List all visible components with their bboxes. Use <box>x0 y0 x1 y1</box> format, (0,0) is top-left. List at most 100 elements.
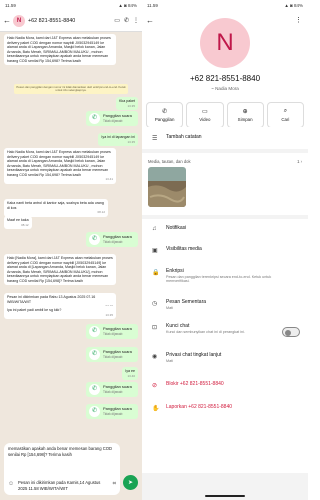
add-person-icon: ⊕ <box>242 109 248 115</box>
emoji-icon[interactable]: ☺ <box>8 481 14 488</box>
chevron-right-icon[interactable]: › <box>301 159 302 164</box>
message-bubble[interactable]: Kka paket 13.35 <box>116 97 138 110</box>
missed-call-bubble[interactable]: ✆ Panggilan suara Tidak dijawab <box>86 382 138 397</box>
contact-avatar[interactable]: N <box>200 18 250 68</box>
privacy-status: Mati <box>166 359 173 363</box>
more-options-icon[interactable]: ⋮ <box>133 17 139 24</box>
media-card[interactable]: Media, tautan, dan dok 1 › <box>142 153 308 215</box>
search-icon: ⌕ <box>283 108 288 114</box>
privacy-shield-icon: ◉ <box>152 354 158 360</box>
block-row[interactable]: ⊘ Blokir +62 821-8551-8840 <box>142 381 308 389</box>
lock-icon: 🔒 <box>152 270 160 276</box>
chat-lock-toggle[interactable] <box>282 327 300 337</box>
missed-call-bubble[interactable]: ✆ Panggilan suara Tidak dijawab <box>86 324 138 339</box>
send-button[interactable]: ➤ <box>123 475 138 490</box>
back-arrow-icon[interactable]: ← <box>146 16 154 25</box>
message-text: Pesan ini dikirimkan pada Rabu 13 Agustu… <box>7 295 96 304</box>
message-bubble[interactable]: Halo [Nadia Mora], kami dari J&T Express… <box>4 254 116 285</box>
message-text: Maaf ee kaka <box>7 218 29 222</box>
message-bubble[interactable]: Iya ini paket yadi ambil ke sg kkk? 13.3… <box>4 306 116 319</box>
chat-header: ← N +62 821-8551-8840 ▭ ✆ ⋮ <box>0 10 142 32</box>
timer-icon: ◷ <box>152 301 158 307</box>
call-label: Panggilan suara <box>103 234 132 239</box>
composer-text-line: Pesan ini dikirimkan pada Kamis,14 Agust… <box>18 480 101 491</box>
message-text: Iya ini di lapangan ini <box>101 135 135 139</box>
image-icon: ▣ <box>152 248 158 254</box>
status-icons: ▲ ◙ 84% <box>284 2 303 8</box>
message-time: 13.35 <box>127 103 135 108</box>
encryption-notice[interactable]: Pesan dan panggilan dengan nomor ini tid… <box>14 84 128 94</box>
more-options-icon[interactable]: ⋮ <box>295 16 302 24</box>
report-label: Laporkan +62 821-8551-8840 <box>166 404 233 410</box>
message-bubble[interactable]: Maaf ee kaka 08.12 <box>4 216 32 229</box>
encryption-row[interactable]: 🔒 Enkripsi Pesan dan panggilan terenkrip… <box>142 268 308 284</box>
call-status: Tidak dijawab <box>103 239 123 244</box>
add-note-card[interactable]: ☰ Tambah catatan <box>142 127 308 149</box>
media-visibility-row[interactable]: ▣ Visibilitas media <box>142 246 308 254</box>
chat-lock-label: Kunci chat <box>166 323 190 329</box>
missed-call-bubble[interactable]: ✆ Panggilan suara Tidak dijawab <box>86 111 138 126</box>
call-label: Panggilan suara <box>103 326 132 331</box>
privacy-label: Privasi chat tingkat lanjut <box>166 352 222 358</box>
message-bubble[interactable]: Kaka nanti beta antrol di kantor saja, s… <box>4 199 108 217</box>
message-composer[interactable]: memastikan apakah anda benar memesan bar… <box>4 443 120 495</box>
notifications-row[interactable]: ♫ Notifikasi <box>142 225 308 232</box>
advanced-privacy-row[interactable]: ◉ Privasi chat tingkat lanjut Mati <box>142 352 308 363</box>
media-count: 1 <box>297 159 300 164</box>
message-time: 08.12 <box>97 210 105 214</box>
message-bubble[interactable]: Halo Nadia Mora, kami dari J&T Express a… <box>4 34 116 65</box>
message-text: Kka paket <box>119 99 135 103</box>
video-icon: ▭ <box>202 109 208 115</box>
disappearing-messages-row[interactable]: ◷ Pesan Sementara Mati <box>142 299 308 310</box>
call-status: Tidak dijawab <box>103 331 123 336</box>
call-status: Tidak dijawab <box>103 389 123 394</box>
phone-icon: ✆ <box>162 109 168 115</box>
missed-call-icon: ✆ <box>89 234 100 245</box>
block-icon: ⊘ <box>152 383 158 389</box>
chat-lock-icon: ⊡ <box>152 325 158 331</box>
bell-icon: ♫ <box>152 226 157 232</box>
missed-call-bubble[interactable]: ✆ Panggilan suara Tidak dijawab <box>86 404 138 419</box>
video-call-icon[interactable]: ▭ <box>114 17 120 24</box>
message-time: 13.35 <box>105 312 113 317</box>
chat-lock-row[interactable]: ⊡ Kunci chat Kunci dan sembunyikan chat … <box>142 323 308 337</box>
encryption-sub: Pesan dan panggilan terenkripsi secara e… <box>166 275 272 284</box>
report-row[interactable]: ✋ Laporkan +62 821-8551-8840 <box>142 404 308 412</box>
attach-icon[interactable]: ⌗ <box>113 481 116 488</box>
settings-card: ♫ Notifikasi ▣ Visibilitas media 🔒 Enkri… <box>142 219 308 473</box>
call-status: Tidak dijawab <box>103 118 123 123</box>
chat-title[interactable]: +62 821-8551-8840 <box>28 18 111 24</box>
search-button[interactable]: ⌕ Cari <box>266 102 304 128</box>
missed-call-icon: ✆ <box>89 326 100 337</box>
gesture-bar <box>142 492 308 500</box>
message-time: 13.40 <box>127 373 135 378</box>
message-text: Kaka nanti beta antrol di kantor saja, s… <box>7 201 104 210</box>
video-button[interactable]: ▭ Video <box>186 102 224 128</box>
action-buttons: ✆ Panggilan ▭ Video ⊕ Simpan ⌕ Cari <box>146 102 304 128</box>
note-icon: ☰ <box>152 136 158 142</box>
avatar[interactable]: N <box>13 14 25 27</box>
call-button-label: Panggilan <box>154 117 175 122</box>
notifications-label: Notifikasi <box>166 225 187 231</box>
media-visibility-label: Visibilitas media <box>166 246 202 252</box>
missed-call-icon: ✆ <box>89 406 100 417</box>
message-time: 13.41 <box>105 177 113 181</box>
phone-icon[interactable]: ✆ <box>124 17 129 24</box>
missed-call-bubble[interactable]: ✆ Panggilan suara Tidak dijawab <box>86 347 138 362</box>
status-time: 11.59 <box>147 2 158 8</box>
message-bubble[interactable]: Iya ee 13.40 <box>122 367 138 380</box>
media-thumbnail[interactable] <box>148 167 186 207</box>
back-arrow-icon[interactable]: ← <box>3 16 11 25</box>
call-label: Panggilan suara <box>103 349 132 354</box>
status-bar: 11.59 ▲ ◙ 84% <box>0 0 142 10</box>
message-bubble[interactable]: Halo Nadia Mora, kami dari J&T Express a… <box>4 148 116 184</box>
call-label: Panggilan suara <box>103 406 132 411</box>
missed-call-icon: ✆ <box>89 384 100 395</box>
save-contact-button[interactable]: ⊕ Simpan <box>226 102 264 128</box>
contact-phone: +62 821-8551-8840 <box>189 74 261 83</box>
block-label: Blokir +62 821-8551-8840 <box>166 381 224 387</box>
message-list[interactable]: Halo Nadia Mora, kami dari J&T Express a… <box>0 32 142 442</box>
missed-call-bubble[interactable]: ✆ Panggilan suara Tidak dijawab <box>86 232 138 247</box>
message-bubble[interactable]: Iya ini di lapangan ini 13.35 <box>98 133 138 146</box>
call-button[interactable]: ✆ Panggilan <box>146 102 184 128</box>
